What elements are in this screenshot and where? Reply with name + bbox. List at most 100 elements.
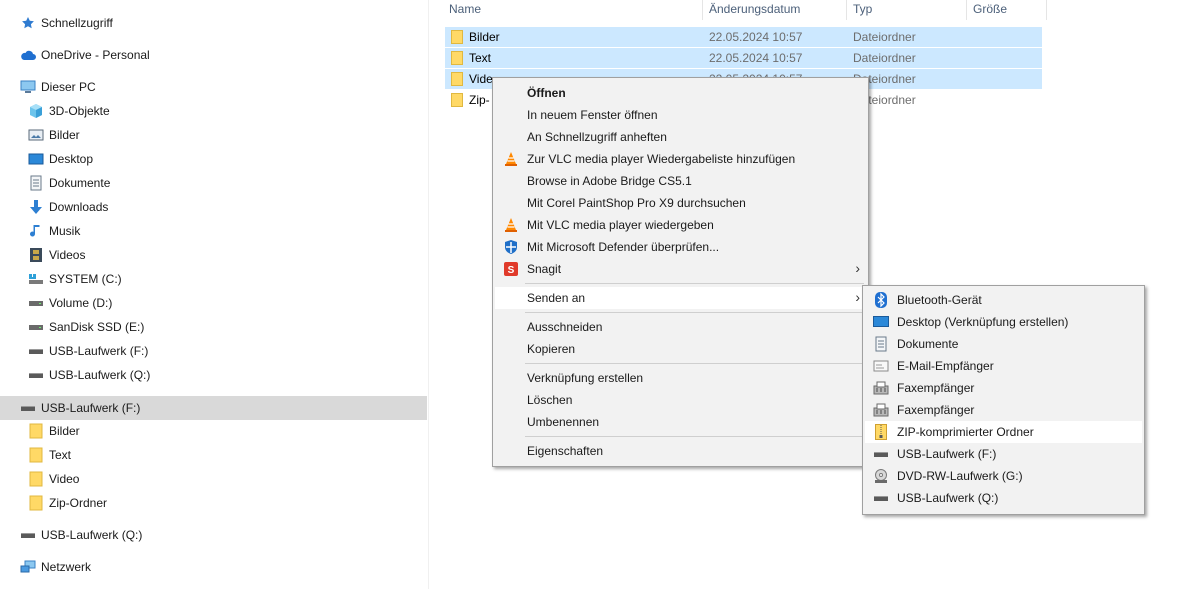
- menu-item-vlc-playlist[interactable]: Zur VLC media player Wiedergabeliste hin…: [495, 148, 866, 170]
- file-name: Zip-: [469, 93, 490, 107]
- menu-item-label: E-Mail-Empfänger: [897, 359, 994, 373]
- menu-item-open-new-window[interactable]: In neuem Fenster öffnen: [495, 104, 866, 126]
- nav-item-network[interactable]: Netzwerk: [0, 555, 427, 579]
- nav-item-folder-zip[interactable]: Zip-Ordner: [0, 491, 427, 515]
- send-to-fax[interactable]: Faxempfänger: [865, 399, 1142, 421]
- menu-item-label: Faxempfänger: [897, 403, 975, 417]
- nav-item-usb-f[interactable]: USB-Laufwerk (F:): [0, 339, 427, 363]
- menu-separator: [525, 283, 864, 284]
- nav-item-usb-q-root[interactable]: USB-Laufwerk (Q:): [0, 523, 427, 547]
- menu-item-label: Desktop (Verknüpfung erstellen): [897, 315, 1069, 329]
- send-to-desktop[interactable]: Desktop (Verknüpfung erstellen): [865, 311, 1142, 333]
- nav-item-usb-f-root[interactable]: USB-Laufwerk (F:): [0, 396, 427, 420]
- folder-icon: [451, 93, 463, 110]
- menu-item-pin-quick-access[interactable]: An Schnellzugriff anheften: [495, 126, 866, 148]
- chevron-right-icon: ›: [855, 289, 860, 305]
- column-header-date[interactable]: Änderungsdatum: [709, 0, 800, 18]
- file-row[interactable]: Bilder 22.05.2024 10:57 Dateiordner: [445, 27, 1042, 47]
- menu-item-label: DVD-RW-Laufwerk (G:): [897, 469, 1023, 483]
- menu-item-label: Dokumente: [897, 337, 959, 351]
- nav-item-label: Zip-Ordner: [49, 496, 108, 510]
- document-icon: [873, 336, 889, 352]
- column-separator[interactable]: [846, 0, 847, 20]
- send-to-fax[interactable]: Faxempfänger: [865, 377, 1142, 399]
- cube-icon: [28, 103, 44, 119]
- menu-item-label: Bluetooth-Gerät: [897, 293, 982, 307]
- folder-icon: [451, 30, 463, 47]
- send-to-submenu: Bluetooth-Gerät Desktop (Verknüpfung ers…: [862, 285, 1145, 515]
- folder-icon: [451, 72, 463, 89]
- menu-item-vlc-play[interactable]: Mit VLC media player wiedergeben: [495, 214, 866, 236]
- nav-item-music[interactable]: Musik: [0, 219, 427, 243]
- menu-item-snagit[interactable]: S Snagit ›: [495, 258, 866, 280]
- menu-item-label: Ausschneiden: [527, 320, 603, 334]
- nav-item-sandisk-e[interactable]: SanDisk SSD (E:): [0, 315, 427, 339]
- menu-item-delete[interactable]: Löschen: [495, 389, 866, 411]
- menu-item-send-to[interactable]: Senden an ›: [495, 287, 866, 309]
- nav-item-this-pc[interactable]: Dieser PC: [0, 75, 427, 99]
- menu-item-defender-scan[interactable]: Mit Microsoft Defender überprüfen...: [495, 236, 866, 258]
- star-icon: [20, 15, 36, 31]
- menu-item-copy[interactable]: Kopieren: [495, 338, 866, 360]
- menu-item-label: ZIP-komprimierter Ordner: [897, 425, 1034, 439]
- column-header-name[interactable]: Name: [449, 0, 481, 18]
- folder-icon: [451, 51, 463, 68]
- mail-icon: [873, 358, 889, 374]
- menu-item-adobe-bridge[interactable]: Browse in Adobe Bridge CS5.1: [495, 170, 866, 192]
- chevron-right-icon: ›: [855, 260, 860, 276]
- menu-item-create-shortcut[interactable]: Verknüpfung erstellen: [495, 367, 866, 389]
- column-separator[interactable]: [966, 0, 967, 20]
- menu-item-cut[interactable]: Ausschneiden: [495, 316, 866, 338]
- nav-item-pictures[interactable]: Bilder: [0, 123, 427, 147]
- menu-item-properties[interactable]: Eigenschaften: [495, 440, 866, 462]
- menu-item-label: Faxempfänger: [897, 381, 975, 395]
- nav-item-3d-objects[interactable]: 3D-Objekte: [0, 99, 427, 123]
- nav-item-volume-d[interactable]: Volume (D:): [0, 291, 427, 315]
- nav-item-folder-video[interactable]: Video: [0, 467, 427, 491]
- music-note-icon: [28, 223, 44, 239]
- send-to-usb-f[interactable]: USB-Laufwerk (F:): [865, 443, 1142, 465]
- vlc-cone-icon: [503, 217, 519, 233]
- menu-item-label: USB-Laufwerk (Q:): [897, 491, 999, 505]
- system-drive-icon: [28, 271, 44, 287]
- nav-item-label: Volume (D:): [49, 296, 113, 310]
- send-to-dvd-g[interactable]: DVD-RW-Laufwerk (G:): [865, 465, 1142, 487]
- nav-item-desktop[interactable]: Desktop: [0, 147, 427, 171]
- nav-item-label: Video: [49, 472, 80, 486]
- nav-item-onedrive[interactable]: OneDrive - Personal: [0, 43, 427, 67]
- send-to-zip-folder[interactable]: ZIP-komprimierter Ordner: [865, 421, 1142, 443]
- file-row[interactable]: Text 22.05.2024 10:57 Dateiordner: [445, 48, 1042, 68]
- nav-item-label: USB-Laufwerk (F:): [41, 401, 141, 415]
- nav-item-usb-q[interactable]: USB-Laufwerk (Q:): [0, 363, 427, 387]
- menu-item-label: An Schnellzugriff anheften: [527, 130, 667, 144]
- column-separator[interactable]: [702, 0, 703, 20]
- svg-text:S: S: [508, 265, 515, 276]
- file-name: Vide: [469, 72, 493, 86]
- menu-item-label: Kopieren: [527, 342, 576, 356]
- column-separator[interactable]: [1046, 0, 1047, 20]
- send-to-bluetooth[interactable]: Bluetooth-Gerät: [865, 289, 1142, 311]
- menu-item-paintshop[interactable]: Mit Corel PaintShop Pro X9 durchsuchen: [495, 192, 866, 214]
- nav-item-quick-access[interactable]: Schnellzugriff: [0, 11, 427, 35]
- file-type: Dateiordner: [853, 30, 916, 44]
- send-to-usb-q[interactable]: USB-Laufwerk (Q:): [865, 487, 1142, 509]
- menu-separator: [525, 436, 864, 437]
- nav-item-folder-bilder[interactable]: Bilder: [0, 419, 427, 443]
- desktop-icon: [873, 314, 889, 330]
- vlc-cone-icon: [503, 151, 519, 167]
- nav-item-documents[interactable]: Dokumente: [0, 171, 427, 195]
- nav-item-folder-text[interactable]: Text: [0, 443, 427, 467]
- send-to-documents[interactable]: Dokumente: [865, 333, 1142, 355]
- nav-item-downloads[interactable]: Downloads: [0, 195, 427, 219]
- cloud-icon: [20, 47, 36, 63]
- nav-item-label: Dokumente: [49, 176, 111, 190]
- menu-item-rename[interactable]: Umbenennen: [495, 411, 866, 433]
- send-to-mail-recipient[interactable]: E-Mail-Empfänger: [865, 355, 1142, 377]
- column-header-type[interactable]: Typ: [853, 0, 872, 18]
- bluetooth-icon: [873, 292, 889, 308]
- nav-item-system-c[interactable]: SYSTEM (C:): [0, 267, 427, 291]
- column-header-size[interactable]: Größe: [973, 0, 1007, 18]
- nav-item-videos[interactable]: Videos: [0, 243, 427, 267]
- menu-item-open[interactable]: Öffnen: [495, 82, 866, 104]
- file-date: 22.05.2024 10:57: [709, 30, 803, 44]
